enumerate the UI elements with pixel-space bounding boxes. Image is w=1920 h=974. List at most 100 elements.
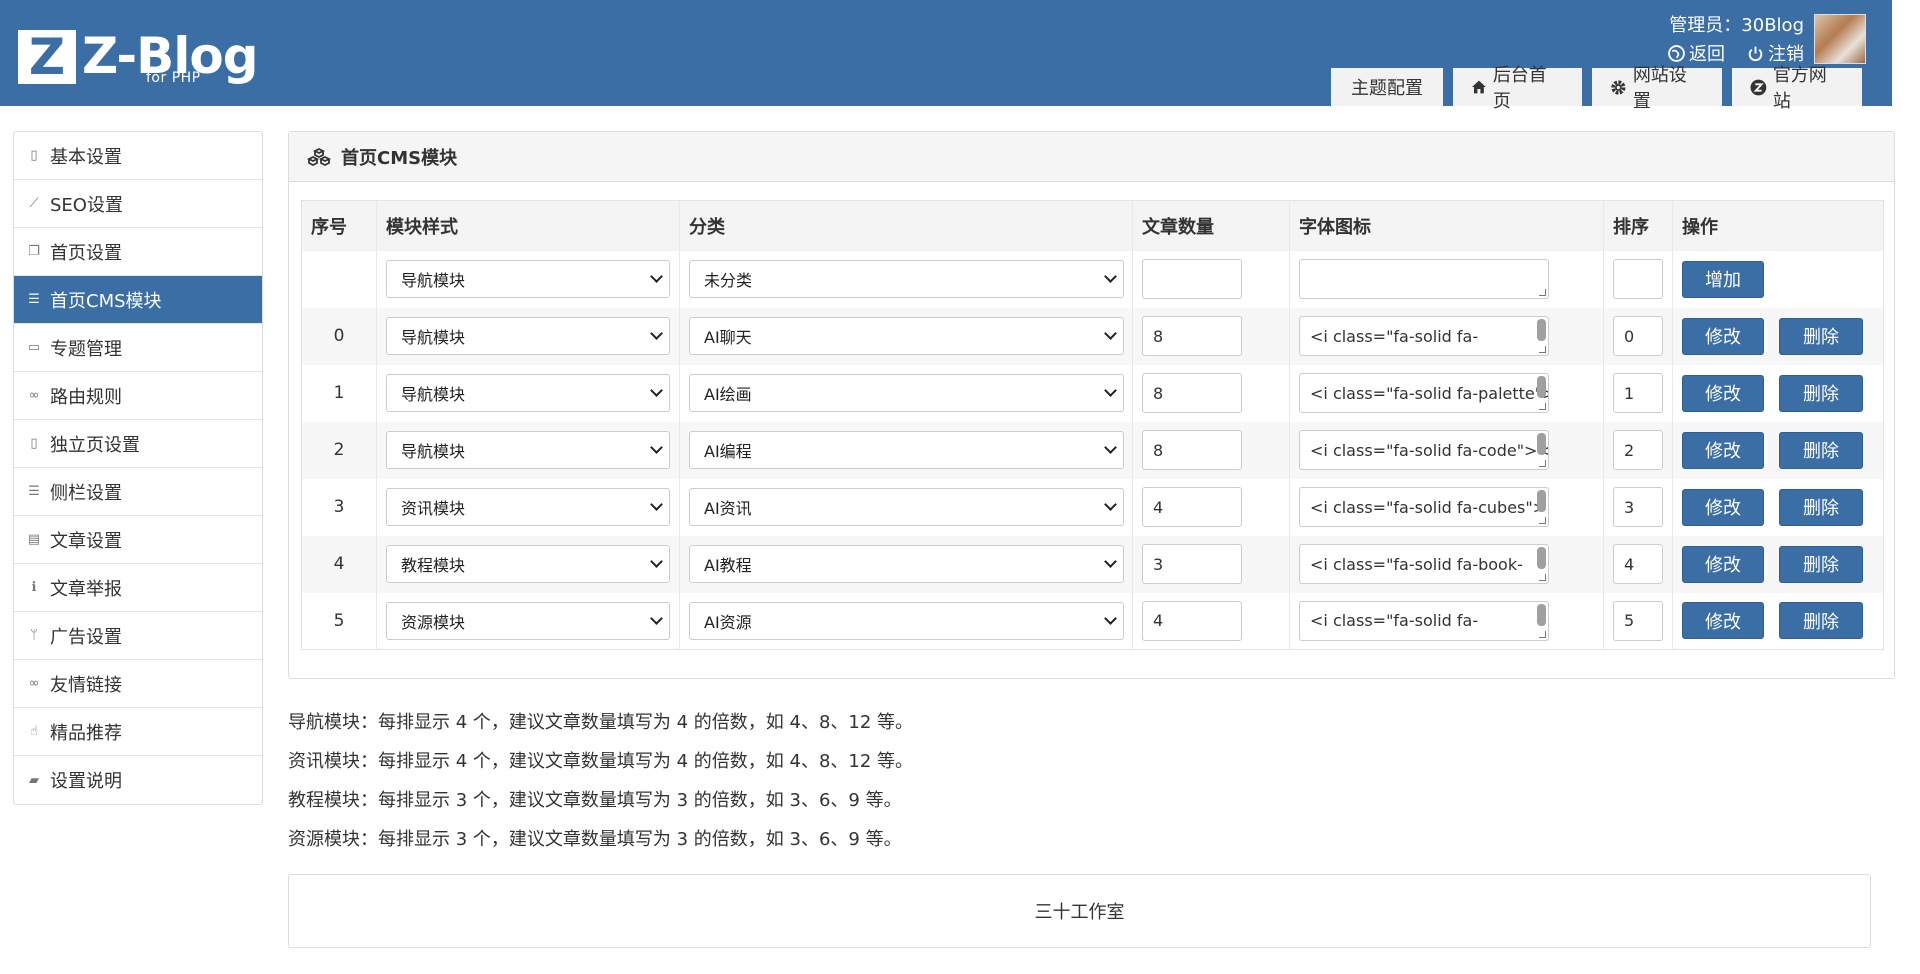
- icon-textarea[interactable]: <i class="fa-solid fa-code"></i>: [1299, 430, 1549, 470]
- index-cell: 3: [301, 478, 377, 536]
- avatar[interactable]: [1814, 14, 1866, 64]
- order-input[interactable]: 0: [1613, 316, 1663, 356]
- style-select[interactable]: 导航模块: [386, 260, 670, 298]
- style-select[interactable]: 导航模块: [386, 374, 670, 412]
- sidebar-item-label: 独立页设置: [50, 434, 140, 456]
- logo-letter: Z: [28, 28, 66, 86]
- panel-header: 首页CMS模块: [289, 132, 1894, 182]
- delete-button[interactable]: 删除: [1779, 317, 1863, 355]
- sidebar-item[interactable]: ⟋ SEO设置: [14, 180, 262, 228]
- delete-button[interactable]: 删除: [1779, 545, 1863, 583]
- icon-textarea[interactable]: <i class="fa-solid fa-cubes">: [1299, 487, 1549, 527]
- tab-official-site[interactable]: 官方网站: [1732, 65, 1862, 112]
- page-icon: ▯: [30, 148, 38, 163]
- edit-button[interactable]: 修改: [1682, 602, 1764, 640]
- resize-grip[interactable]: [1539, 574, 1546, 581]
- count-input[interactable]: 8: [1142, 316, 1242, 356]
- textarea-scrollbar[interactable]: [1537, 547, 1546, 569]
- sidebar-item[interactable]: ☝ 精品推荐: [14, 708, 262, 756]
- sidebar-item[interactable]: ▤ 文章设置: [14, 516, 262, 564]
- sidebar-item[interactable]: ▭ 专题管理: [14, 324, 262, 372]
- order-input[interactable]: 4: [1613, 544, 1663, 584]
- tab-admin-home[interactable]: 后台首页: [1453, 65, 1582, 112]
- textarea-scrollbar[interactable]: [1537, 376, 1546, 398]
- style-select[interactable]: 资源模块: [386, 601, 670, 640]
- tab-theme-config[interactable]: 主题配置: [1331, 68, 1443, 106]
- table-row: 3 资讯模块 AI资讯 4 <i class="fa-solid fa-cube…: [301, 478, 1884, 536]
- select-value: AI绘画: [704, 385, 752, 404]
- sidebar-item[interactable]: ▯ 独立页设置: [14, 420, 262, 468]
- resize-grip[interactable]: [1539, 403, 1546, 410]
- textarea-scrollbar[interactable]: [1537, 319, 1546, 341]
- style-select[interactable]: 资讯模块: [386, 488, 670, 526]
- category-select[interactable]: AI教程: [689, 545, 1124, 583]
- sidebar-item-label: 文章举报: [50, 578, 122, 600]
- sidebar-item[interactable]: ☰ 首页CMS模块: [14, 276, 262, 324]
- style-select[interactable]: 导航模块: [386, 431, 670, 469]
- chevron-down-icon: [1104, 441, 1117, 454]
- cms-module-table: 序号 模块样式 分类 文章数量 字体图标 排序 操作 导航模块 未分类 增加 0…: [301, 200, 1884, 650]
- count-input[interactable]: 8: [1142, 430, 1242, 470]
- edit-button[interactable]: 修改: [1682, 317, 1764, 355]
- icon-text: <i class="fa-solid fa-palette">: [1310, 383, 1549, 403]
- icon-textarea[interactable]: [1299, 259, 1549, 299]
- newspaper-icon: ▤: [27, 532, 41, 547]
- sidebar-item[interactable]: ∞ 路由规则: [14, 372, 262, 420]
- add-button[interactable]: 增加: [1682, 260, 1764, 298]
- resize-grip[interactable]: [1539, 346, 1546, 353]
- index-cell: 4: [301, 535, 377, 593]
- sidebar-item[interactable]: ❐ 首页设置: [14, 228, 262, 276]
- edit-button[interactable]: 修改: [1682, 374, 1764, 412]
- tab-site-settings[interactable]: 网站设置: [1592, 65, 1722, 112]
- order-input[interactable]: 3: [1613, 487, 1663, 527]
- select-value: AI资讯: [704, 499, 752, 518]
- icon-textarea[interactable]: <i class="fa-solid fa-: [1299, 600, 1549, 641]
- style-select[interactable]: 导航模块: [386, 317, 670, 355]
- select-value: 资源模块: [401, 612, 466, 632]
- style-select[interactable]: 教程模块: [386, 545, 670, 583]
- sidebar-item[interactable]: ℹ 文章举报: [14, 564, 262, 612]
- icon-textarea[interactable]: <i class="fa-solid fa-: [1299, 316, 1549, 356]
- category-select[interactable]: AI资源: [689, 601, 1124, 640]
- sidebar-item[interactable]: ▰ 设置说明: [14, 756, 262, 804]
- count-input[interactable]: 3: [1142, 544, 1242, 584]
- resize-grip[interactable]: [1539, 289, 1546, 296]
- textarea-scrollbar[interactable]: [1537, 490, 1546, 512]
- edit-button[interactable]: 修改: [1682, 431, 1764, 469]
- icon-textarea[interactable]: <i class="fa-solid fa-palette">: [1299, 373, 1549, 413]
- edit-button[interactable]: 修改: [1682, 545, 1764, 583]
- window-scrollbar[interactable]: [1898, 0, 1920, 974]
- sidebar-item[interactable]: ∞ 友情链接: [14, 660, 262, 708]
- resize-grip[interactable]: [1539, 517, 1546, 524]
- count-input[interactable]: 4: [1142, 487, 1242, 527]
- delete-button[interactable]: 删除: [1779, 488, 1863, 526]
- sidebar-item[interactable]: ☰ 侧栏设置: [14, 468, 262, 516]
- sidebar-item[interactable]: ᛘ 广告设置: [14, 612, 262, 660]
- category-select[interactable]: AI聊天: [689, 317, 1124, 355]
- delete-button[interactable]: 删除: [1779, 431, 1863, 469]
- zblog-logo[interactable]: Z Z-Blog for PHP: [18, 28, 259, 86]
- delete-button[interactable]: 删除: [1779, 602, 1863, 640]
- textarea-scrollbar[interactable]: [1537, 603, 1546, 626]
- order-input[interactable]: 2: [1613, 430, 1663, 470]
- category-select[interactable]: AI资讯: [689, 488, 1124, 526]
- sidebar-item[interactable]: ▯ 基本设置: [14, 132, 262, 180]
- order-input[interactable]: [1613, 259, 1663, 299]
- count-input[interactable]: 8: [1142, 373, 1242, 413]
- select-value: AI资源: [704, 612, 752, 632]
- order-input[interactable]: 5: [1613, 600, 1663, 641]
- edit-button[interactable]: 修改: [1682, 488, 1764, 526]
- delete-button[interactable]: 删除: [1779, 374, 1863, 412]
- icon-text: <i class="fa-solid fa-book-: [1310, 554, 1523, 574]
- count-input[interactable]: 4: [1142, 600, 1242, 641]
- category-select[interactable]: 未分类: [689, 260, 1124, 298]
- order-input[interactable]: 1: [1613, 373, 1663, 413]
- textarea-scrollbar[interactable]: [1537, 433, 1546, 455]
- resize-grip[interactable]: [1539, 460, 1546, 467]
- sidebar-item-label: 广告设置: [50, 626, 122, 648]
- category-select[interactable]: AI编程: [689, 431, 1124, 469]
- category-select[interactable]: AI绘画: [689, 374, 1124, 412]
- count-input[interactable]: [1142, 259, 1242, 299]
- icon-textarea[interactable]: <i class="fa-solid fa-book-: [1299, 544, 1549, 584]
- resize-grip[interactable]: [1539, 630, 1546, 638]
